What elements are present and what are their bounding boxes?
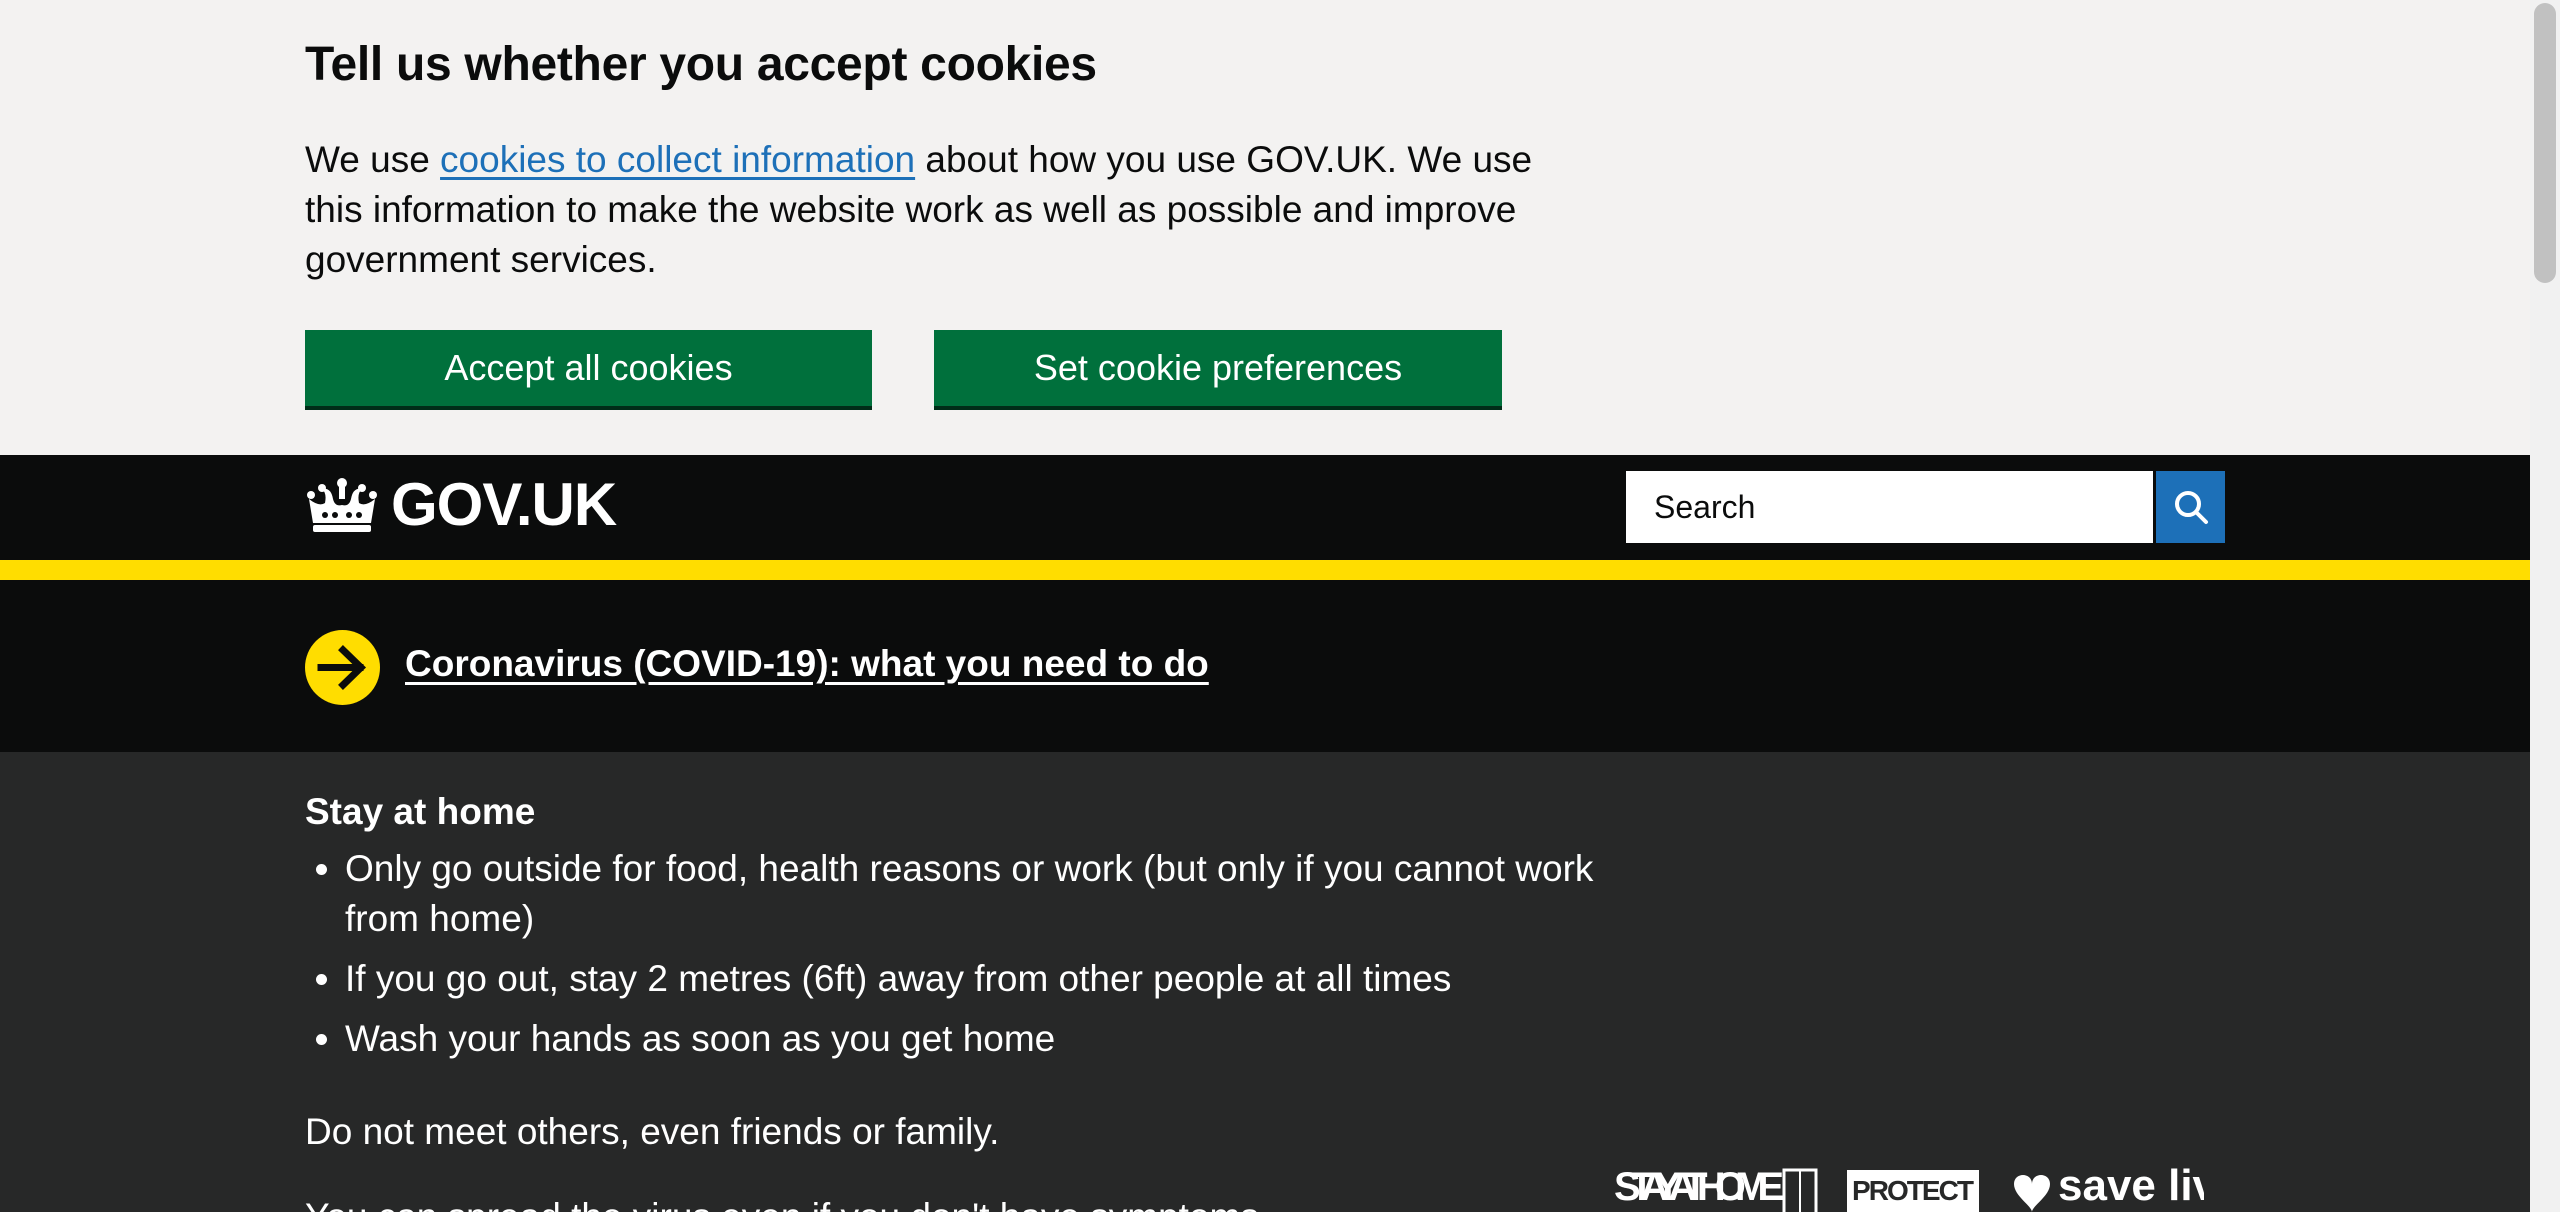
- vertical-scrollbar[interactable]: [2530, 0, 2560, 1212]
- guidance-paragraph-2: You can spread the virus even if you don…: [305, 1192, 1269, 1212]
- guidance-paragraph: Do not meet others, even friends or fami…: [305, 1111, 1000, 1152]
- arrow-right-circle-icon: [305, 630, 380, 705]
- scrollbar-thumb[interactable]: [2534, 3, 2556, 283]
- govuk-logo-link[interactable]: GOV.UK: [305, 471, 617, 538]
- campaign-text-protect: PROTECT: [1852, 1175, 1974, 1206]
- search-button[interactable]: [2156, 471, 2225, 543]
- crown-icon: [307, 478, 377, 532]
- list-item: Only go outside for food, health reasons…: [345, 844, 1655, 944]
- page: Tell us whether you accept cookies We us…: [0, 0, 2530, 1212]
- accept-all-cookies-button[interactable]: Accept all cookies: [305, 330, 872, 406]
- cookie-banner-title: Tell us whether you accept cookies: [305, 38, 1097, 91]
- logo-text: GOV.UK: [391, 471, 617, 538]
- campaign-text-save-lives: save lives: [2058, 1162, 2204, 1210]
- search-input[interactable]: [1626, 471, 2153, 543]
- covid-guidance-link[interactable]: Coronavirus (COVID-19): what you need to…: [405, 636, 1209, 692]
- list-item: If you go out, stay 2 metres (6ft) away …: [345, 954, 1655, 1004]
- cookies-info-link[interactable]: cookies to collect information: [440, 139, 915, 180]
- campaign-text-stay-at-home: STAY AT HOME: [1614, 1165, 1784, 1209]
- set-cookie-preferences-button[interactable]: Set cookie preferences: [934, 330, 1502, 406]
- site-header: GOV.UK: [0, 455, 2530, 560]
- header-yellow-stripe: [0, 560, 2530, 580]
- covid-banner: Coronavirus (COVID-19): what you need to…: [0, 580, 2530, 752]
- covid-guidance: Stay at home Only go outside for food, h…: [0, 752, 2530, 1212]
- stay-at-home-protect-nhs-save-lives-logo: STAY AT HOME PROTECT save lives: [1614, 1162, 2204, 1212]
- search-icon: [2174, 491, 2208, 524]
- stay-at-home-heading: Stay at home: [305, 791, 536, 832]
- cookie-banner-text: We use cookies to collect information ab…: [305, 135, 1555, 285]
- list-item: Wash your hands as soon as you get home: [345, 1014, 1655, 1064]
- guidance-list: Only go outside for food, health reasons…: [305, 844, 1655, 1074]
- cookie-text-start: We use: [305, 139, 441, 180]
- cookie-banner: Tell us whether you accept cookies We us…: [0, 0, 2530, 455]
